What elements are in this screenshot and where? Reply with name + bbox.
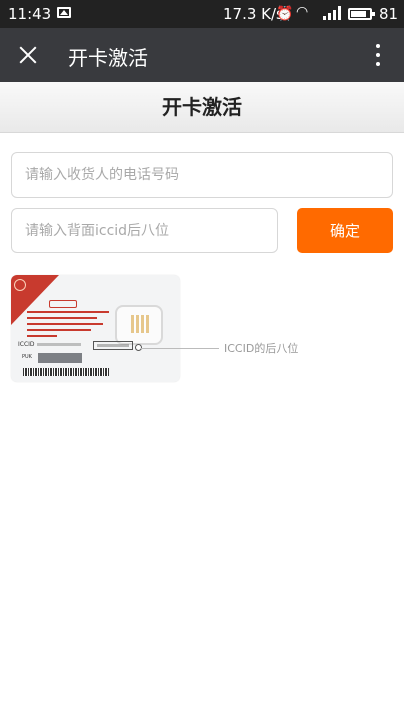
sim-card-stamp	[49, 300, 77, 308]
iccid-input[interactable]	[11, 208, 278, 253]
confirm-button[interactable]: 确定	[297, 208, 393, 253]
sim-text-line	[27, 329, 91, 331]
sim-iccid-label: ICCID	[18, 341, 35, 348]
pointer-line	[141, 348, 219, 349]
page-title: 开卡激活	[0, 82, 404, 133]
close-icon[interactable]	[12, 39, 44, 71]
iccid-hint-label: ICCID的后八位	[224, 342, 299, 355]
more-vertical-icon[interactable]	[368, 40, 388, 70]
wifi-icon: ◠	[296, 4, 309, 20]
gallery-icon	[57, 7, 71, 18]
sim-text-line	[27, 311, 109, 313]
sim-puk-label: PUK	[22, 354, 32, 360]
carrier-logo-icon	[14, 279, 26, 291]
status-time: 11:43	[8, 5, 52, 23]
alarm-icon: ⏰	[276, 6, 294, 22]
sim-iccid-digits	[37, 343, 81, 346]
sim-chip-icon	[115, 305, 163, 345]
barcode-icon	[23, 368, 109, 376]
signal-4g-icon	[323, 6, 341, 20]
sim-text-line	[27, 323, 103, 325]
battery-icon	[348, 8, 375, 20]
sim-card-illustration: ICCID PUK	[11, 275, 180, 382]
sim-puk-scratch	[38, 353, 82, 363]
status-bar: 11:43 17.3 K/s ⏰ ◠ 81	[0, 0, 404, 28]
app-bar: 开卡激活	[0, 28, 404, 82]
battery-level: 81	[379, 5, 399, 23]
phone-input[interactable]	[11, 152, 393, 198]
network-speed: 17.3 K/s	[223, 5, 284, 23]
sim-text-line	[27, 335, 57, 337]
sim-iccid-last-eight-box	[93, 341, 133, 350]
app-bar-title: 开卡激活	[68, 46, 148, 70]
sim-text-line	[27, 317, 97, 319]
